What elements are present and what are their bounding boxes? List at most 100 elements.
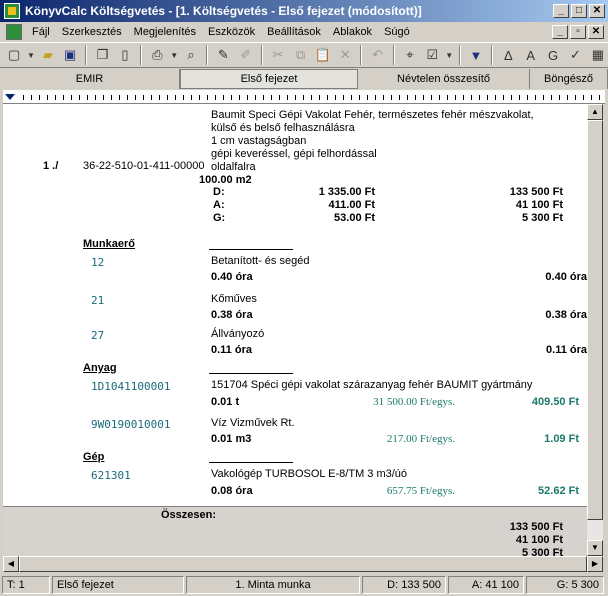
- ruler-tick: [399, 95, 400, 100]
- print-dropdown-icon[interactable]: ▼: [170, 44, 179, 66]
- menu-tools[interactable]: Eszközök: [202, 26, 261, 38]
- ruler-tick: [327, 95, 328, 100]
- document-icon[interactable]: [6, 24, 22, 40]
- new-icon[interactable]: ▢: [4, 44, 24, 66]
- print-icon[interactable]: ⎙: [147, 44, 167, 66]
- material-code: 1D1041100001: [91, 380, 171, 393]
- ruler-tick: [375, 95, 376, 100]
- ruler-tick: [151, 95, 152, 100]
- ruler-tick: [383, 95, 384, 100]
- ruler-tick: [495, 95, 496, 100]
- ruler-tick: [591, 95, 592, 100]
- vertical-scrollbar[interactable]: ▲ ▼: [587, 104, 603, 556]
- ruler-tick: [31, 95, 32, 100]
- new-dropdown-icon[interactable]: ▼: [26, 44, 35, 66]
- copy-page-icon[interactable]: ❐: [92, 44, 112, 66]
- maximize-button[interactable]: □: [571, 4, 587, 18]
- edit-icon[interactable]: ✎: [213, 44, 233, 66]
- ruler-arrow-icon[interactable]: [5, 94, 15, 100]
- cost-total-d: 133 500 Ft: [509, 186, 563, 198]
- machine-icon[interactable]: G: [543, 44, 563, 66]
- ruler-tick: [79, 95, 80, 100]
- check-icon[interactable]: ☑: [422, 44, 442, 66]
- totals-panel: Összesen: 133 500 Ft 41 100 Ft 5 300 Ft: [3, 506, 587, 556]
- copy-icon[interactable]: ⧉: [290, 44, 310, 66]
- ruler-tick: [255, 95, 256, 100]
- ruler-tick: [551, 95, 552, 100]
- toolbar: ▢ ▼ ▰ ▣ ❐ ▯ ⎙ ▼ ⌕ ✎ ✐ ✂ ⧉ 📋 ✕ ↶ ⌖ ☑ ▼ ▼ …: [0, 42, 608, 68]
- labor-name: Kőműves: [211, 293, 257, 305]
- divider: [209, 373, 293, 374]
- divider: [209, 462, 293, 463]
- ruler-tick: [199, 95, 200, 100]
- save-icon[interactable]: ▣: [60, 44, 80, 66]
- calc-icon[interactable]: ∆: [498, 44, 518, 66]
- labor-code: 27: [91, 329, 105, 342]
- print-preview-icon[interactable]: ⌕: [181, 44, 201, 66]
- tab-unnamed-summary[interactable]: Névtelen összesítő: [358, 69, 530, 89]
- ruler-tick: [279, 95, 280, 100]
- ruler-tick: [231, 95, 232, 100]
- material-price: 31 500.00 Ft/egys.: [373, 396, 455, 408]
- page-icon[interactable]: ▯: [115, 44, 135, 66]
- ruler[interactable]: [3, 90, 605, 104]
- labor-amount: 0.38 óra: [545, 309, 587, 321]
- ruler-tick: [391, 95, 392, 100]
- menu-help[interactable]: Súgó: [378, 26, 416, 38]
- status-chapter: Első fejezet: [52, 576, 184, 594]
- cost-unit-a: 411.00 Ft: [328, 199, 375, 211]
- menu-windows[interactable]: Ablakok: [327, 26, 378, 38]
- item-description-line: oldalfalra: [211, 161, 256, 173]
- close-button[interactable]: ✕: [589, 4, 605, 18]
- tab-first-chapter[interactable]: Első fejezet: [180, 69, 358, 89]
- menu-view[interactable]: Megjelenítés: [128, 26, 202, 38]
- horizontal-scrollbar[interactable]: ◀ ▶: [3, 556, 603, 572]
- status-g: G: 5 300: [526, 576, 604, 594]
- doc-restore-button[interactable]: ▫: [570, 25, 586, 39]
- menu-file[interactable]: Fájl: [26, 26, 56, 38]
- ruler-tick: [519, 95, 520, 100]
- horizontal-scroll-thumb[interactable]: [19, 556, 587, 572]
- scroll-up-icon[interactable]: ▲: [587, 104, 603, 120]
- cost-total-a: 41 100 Ft: [515, 199, 563, 211]
- doc-close-button[interactable]: ✕: [588, 25, 604, 39]
- ruler-tick: [335, 95, 336, 100]
- arrow-down-icon[interactable]: ▼: [466, 44, 486, 66]
- tab-browser[interactable]: Böngésző: [530, 69, 608, 89]
- open-icon[interactable]: ▰: [38, 44, 58, 66]
- ruler-tick: [23, 95, 24, 100]
- recalc-icon[interactable]: ✓: [565, 44, 585, 66]
- ruler-tick: [471, 95, 472, 100]
- material-icon[interactable]: A: [521, 44, 541, 66]
- ruler-tick: [479, 95, 480, 100]
- item-code: 36-22-510-01-411-00000: [83, 160, 205, 172]
- ruler-tick: [351, 95, 352, 100]
- pen-icon[interactable]: ✐: [236, 44, 256, 66]
- scroll-left-icon[interactable]: ◀: [3, 556, 19, 572]
- doc-minimize-button[interactable]: _: [552, 25, 568, 39]
- grid-icon[interactable]: ▦: [588, 44, 608, 66]
- item-description-line: gépi keveréssel, gépi felhordással: [211, 148, 377, 160]
- scroll-right-icon[interactable]: ▶: [587, 556, 603, 572]
- ruler-tick: [215, 95, 216, 100]
- ruler-tick: [119, 95, 120, 100]
- ruler-tick: [87, 95, 88, 100]
- ruler-tick: [487, 95, 488, 100]
- labor-code: 21: [91, 294, 105, 307]
- document-area[interactable]: Baumit Speci Gépi Vakolat Fehér, termész…: [3, 104, 587, 556]
- undo-icon[interactable]: ↶: [367, 44, 387, 66]
- minimize-button[interactable]: _: [553, 4, 569, 18]
- ruler-tick: [95, 95, 96, 100]
- delete-icon[interactable]: ✕: [335, 44, 355, 66]
- paste-icon[interactable]: 📋: [313, 44, 333, 66]
- vertical-scroll-thumb[interactable]: [587, 120, 603, 520]
- menu-settings[interactable]: Beállítások: [261, 26, 327, 38]
- tab-emir[interactable]: EMIR: [0, 69, 180, 89]
- menu-edit[interactable]: Szerkesztés: [56, 26, 128, 38]
- material-code: 9W0190010001: [91, 418, 171, 431]
- ruler-tick: [431, 95, 432, 100]
- search-icon[interactable]: ⌖: [400, 44, 420, 66]
- scroll-down-icon[interactable]: ▼: [587, 540, 603, 556]
- cut-icon[interactable]: ✂: [268, 44, 288, 66]
- check-dropdown-icon[interactable]: ▼: [445, 44, 454, 66]
